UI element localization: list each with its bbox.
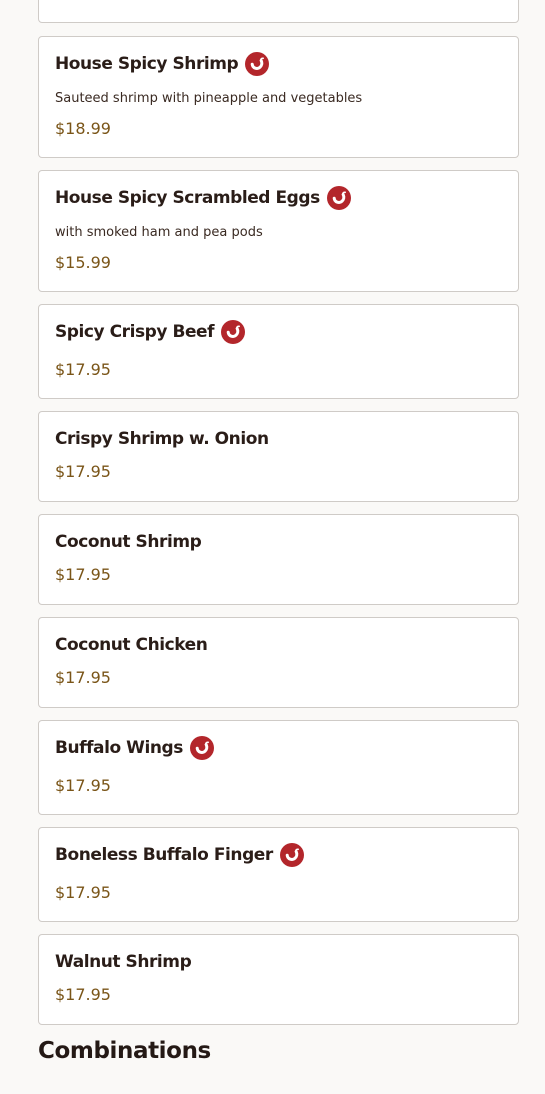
menu-item-price: $15.99 [55, 253, 111, 272]
menu-item-card[interactable]: Walnut Shrimp $17.95 [38, 934, 519, 1025]
menu-item-price: $17.95 [55, 668, 111, 687]
menu-item-price: $17.95 [55, 462, 111, 481]
menu-item-price: $17.95 [55, 883, 111, 902]
menu-item-card[interactable]: Buffalo Wings $17.95 [38, 720, 519, 815]
menu-item-card[interactable] [38, 0, 519, 23]
menu-item-card[interactable]: House Spicy Shrimp Sauteed shrimp with p… [38, 36, 519, 158]
chili-pepper-icon [189, 736, 214, 760]
menu-item-description: with smoked ham and pea pods [55, 225, 263, 240]
menu-item-price: $17.95 [55, 985, 111, 1004]
chili-pepper-icon [326, 186, 351, 210]
chili-pepper-icon [245, 52, 270, 76]
menu-item-name: House Spicy Scrambled Eggs [55, 188, 320, 208]
menu-item-name: Crispy Shrimp w. Onion [55, 429, 269, 449]
chili-pepper-icon [279, 843, 304, 867]
menu-item-name: Buffalo Wings [55, 738, 183, 758]
menu-item-name: Coconut Shrimp [55, 532, 202, 552]
menu-item-name: Coconut Chicken [55, 635, 208, 655]
menu-item-card[interactable]: Coconut Chicken $17.95 [38, 617, 519, 708]
menu-item-card[interactable]: Boneless Buffalo Finger $17.95 [38, 827, 519, 922]
menu-item-name: Spicy Crispy Beef [55, 322, 215, 342]
menu-item-card[interactable]: Coconut Shrimp $17.95 [38, 514, 519, 605]
menu-item-description: Sauteed shrimp with pineapple and vegeta… [55, 91, 363, 106]
section-heading-combinations: Combinations [38, 1038, 211, 1064]
menu-item-card[interactable]: Crispy Shrimp w. Onion $17.95 [38, 411, 519, 502]
menu-item-card[interactable]: Spicy Crispy Beef $17.95 [38, 304, 519, 399]
menu-item-name: Boneless Buffalo Finger [55, 845, 273, 865]
menu-item-price: $17.95 [55, 565, 111, 584]
menu-item-price: $17.95 [55, 776, 111, 795]
menu-item-name: Walnut Shrimp [55, 952, 192, 972]
menu-item-card[interactable]: House Spicy Scrambled Eggs with smoked h… [38, 170, 519, 292]
chili-pepper-icon [221, 320, 246, 344]
menu-item-price: $17.95 [55, 360, 111, 379]
menu-item-price: $18.99 [55, 119, 111, 138]
menu-item-name: House Spicy Shrimp [55, 54, 239, 74]
